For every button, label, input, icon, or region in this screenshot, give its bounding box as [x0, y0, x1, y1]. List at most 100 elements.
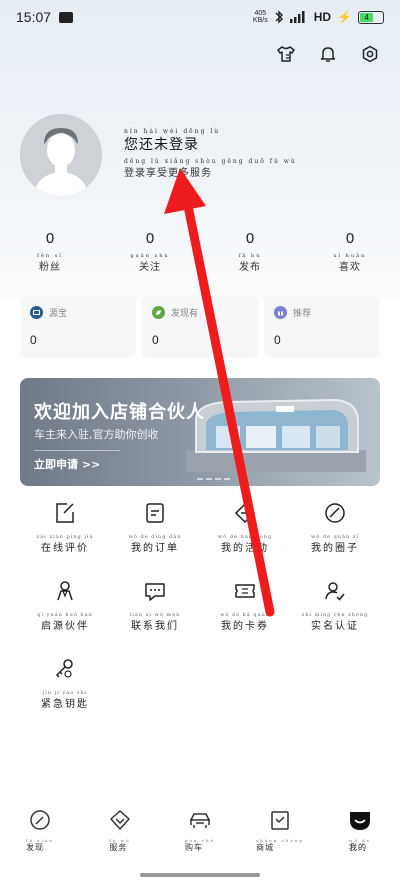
grid-pinyin: shí míng rèn zhèng [301, 612, 369, 618]
nav-label: wǒ de 我的 [349, 838, 371, 853]
grid-pinyin: qǐ yuán huǒ bàn [37, 612, 93, 618]
stat-fans[interactable]: 0 fěn sī 粉丝 [0, 230, 100, 273]
me-icon [348, 808, 372, 832]
grid-item-partners[interactable]: qǐ yuán huǒ bàn 启源伙伴 [20, 578, 110, 632]
stat-likes[interactable]: 0 xǐ huān 喜欢 [300, 230, 400, 273]
nav-label: shāng chéng 商城 [256, 838, 304, 853]
apply-now-link[interactable]: 立即申请 >> [34, 456, 100, 472]
nav-service[interactable]: fú wù 服务 [80, 808, 160, 878]
avatar[interactable] [20, 114, 102, 196]
stat-value: 0 [45, 230, 55, 247]
grid-label: wǒ de quān zǐ 我的圈子 [311, 534, 359, 554]
stat-value: 0 [145, 230, 155, 247]
asset-cards: 源宝 0 发现有 0 推荐 0 [20, 296, 380, 358]
grid-label-text: 我的活动 [221, 543, 269, 554]
charging-icon: ⚡ [337, 10, 352, 24]
grid-pinyin: wǒ de huó dòng [217, 534, 273, 540]
shirt-icon[interactable] [276, 44, 296, 64]
chat-icon [142, 578, 168, 604]
order-icon [142, 500, 168, 526]
stat-pinyin: guān zhù [130, 253, 170, 259]
bluetooth-icon [275, 10, 283, 24]
nav-label-text: 购车 [185, 843, 203, 852]
bell-icon[interactable] [318, 44, 338, 64]
grid-item-my-circles[interactable]: wǒ de quān zǐ 我的圈子 [290, 500, 380, 554]
top-actions [276, 44, 380, 64]
grid-pinyin: zài xiàn píng jià [36, 534, 94, 540]
grid-item-my-orders[interactable]: wǒ de dìng dān 我的订单 [110, 500, 200, 554]
grid-label: jǐn jí yào shi 紧急钥匙 [41, 690, 89, 710]
key-icon [52, 656, 78, 682]
grid-label-text: 紧急钥匙 [41, 699, 89, 710]
nav-label: fā xiàn 发现 [26, 838, 54, 853]
coupon-icon [232, 578, 258, 604]
grid-item-my-coupons[interactable]: wǒ de kǎ quàn 我的卡券 [200, 578, 290, 632]
stat-pinyin: xǐ huān [333, 253, 367, 259]
mall-icon [268, 808, 292, 832]
grid-item-contact-us[interactable]: lián xì wǒ men 联系我们 [110, 578, 200, 632]
carousel-dot [206, 478, 212, 480]
grid-label: wǒ de huó dòng 我的活动 [218, 534, 272, 554]
feature-grid: zài xiàn píng jià 在线评价 wǒ de dìng dān 我的订单… [20, 500, 380, 710]
carousel-dot [197, 478, 203, 480]
nav-buy-car[interactable]: gòu chē 购车 [160, 808, 240, 878]
stat-pinyin: fěn sī [37, 253, 63, 259]
home-indicator[interactable] [140, 873, 260, 877]
stat-label-text: 粉丝 [39, 262, 61, 273]
network-type: HD [313, 10, 332, 24]
banner-divider [34, 450, 120, 451]
net-speed: 405 KB/s [253, 10, 268, 24]
login-subtitle-pinyin: dēng lù xiǎng shòu gēng duō fú wù [124, 158, 297, 165]
partner-banner[interactable]: 欢迎加入店铺合伙人 车主来入驻,官方助你创收 立即申请 >> [20, 378, 380, 486]
grid-item-online-review[interactable]: zài xiàn píng jià 在线评价 [20, 500, 110, 554]
card-recommend[interactable]: 推荐 0 [264, 296, 380, 358]
store-image [186, 398, 366, 472]
status-time: 15:07 [16, 9, 52, 25]
carousel-dot [224, 478, 230, 480]
settings-icon[interactable] [360, 44, 380, 64]
stat-label: guān zhù 关注 [100, 253, 200, 273]
card-discover[interactable]: 发现有 0 [142, 296, 258, 358]
grid-item-real-name-auth[interactable]: shí míng rèn zhèng 实名认证 [290, 578, 380, 632]
grid-label: wǒ de dìng dān 我的订单 [129, 534, 182, 554]
grid-pinyin: lián xì wǒ men [129, 612, 181, 618]
stat-posts[interactable]: 0 fā bù 发布 [200, 230, 300, 273]
stat-label: fā bù 发布 [200, 253, 300, 273]
grid-item-my-activities[interactable]: wǒ de huó dòng 我的活动 [200, 500, 290, 554]
carousel-indicator [197, 478, 230, 480]
battery-icon: 4 [358, 10, 384, 24]
grid-label-text: 实名认证 [311, 621, 359, 632]
nav-label: gòu chē 购车 [185, 838, 215, 853]
stat-label: xǐ huān 喜欢 [300, 253, 400, 273]
login-subtitle[interactable]: dēng lù xiǎng shòu gēng duō fú wù 登录享受更多… [124, 158, 297, 179]
net-speed-unit: KB/s [252, 17, 268, 24]
card-value: 0 [152, 333, 159, 347]
nav-label-text: 发现 [26, 843, 45, 852]
grid-item-emergency-key[interactable]: jǐn jí yào shi 紧急钥匙 [20, 656, 110, 710]
card-header: 推荐 [274, 306, 370, 319]
stat-following[interactable]: 0 guān zhù 关注 [100, 230, 200, 273]
grid-label-text: 启源伙伴 [40, 621, 89, 632]
net-speed-value: 405 [254, 10, 267, 17]
grid-label-text: 我的圈子 [310, 543, 359, 554]
gift-icon [274, 306, 287, 319]
nav-label: fú wù 服务 [109, 838, 130, 853]
ticket-icon [232, 500, 258, 526]
status-bar: 15:07 405 KB/s HD ⚡ 4 [0, 0, 400, 34]
nav-discover[interactable]: fā xiàn 发现 [0, 808, 80, 878]
user-verify-icon [322, 578, 348, 604]
login-title[interactable]: nín hái wèi dēng lù 您还未登录 [124, 128, 220, 154]
grid-label: lián xì wǒ men 联系我们 [130, 612, 181, 632]
partner-icon [52, 578, 78, 604]
stat-label-text: 发布 [239, 262, 261, 273]
card-yuanbao[interactable]: 源宝 0 [20, 296, 136, 358]
card-label: 源宝 [49, 309, 68, 319]
banner-subtitle: 车主来入驻,官方助你创收 [34, 428, 159, 441]
signal-icon [289, 11, 305, 23]
grid-pinyin: jǐn jí yào shi [42, 690, 88, 696]
nav-me[interactable]: wǒ de 我的 [320, 808, 400, 878]
carousel-dot [215, 478, 221, 480]
bottom-nav: fā xiàn 发现 fú wù 服务 gòu chē 购车 shāng ché… [0, 808, 400, 878]
stat-value: 0 [345, 230, 355, 247]
nav-mall[interactable]: shāng chéng 商城 [240, 808, 320, 878]
